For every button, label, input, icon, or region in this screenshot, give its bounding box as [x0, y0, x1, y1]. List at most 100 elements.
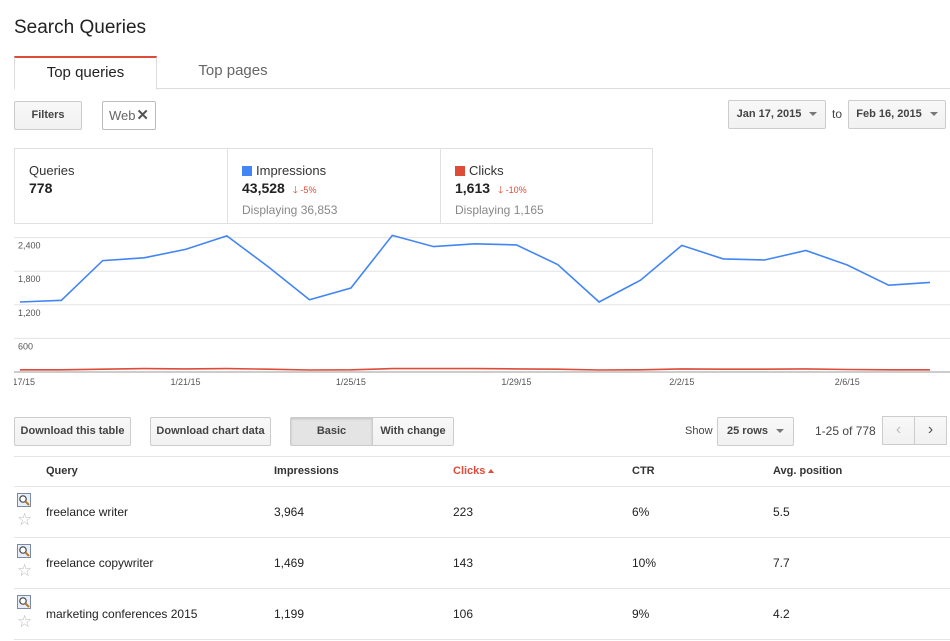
data-point-clicks[interactable] [845, 367, 849, 371]
impressions-label: Impressions [256, 163, 327, 178]
data-point-impressions[interactable] [432, 245, 436, 249]
data-point-clicks[interactable] [638, 368, 642, 372]
download-table-button[interactable]: Download this table [14, 417, 131, 446]
table-row: ☆ freelance copywriter 1,469 143 10% 7.7 [14, 538, 950, 589]
star-icon[interactable]: ☆ [17, 562, 32, 579]
clicks-metric[interactable]: Clicks 1,613 🡓 -10% Displaying 1,165 [441, 149, 653, 223]
data-point-clicks[interactable] [390, 367, 394, 371]
data-point-impressions[interactable] [59, 298, 63, 302]
data-point-clicks[interactable] [266, 367, 270, 371]
star-icon[interactable]: ☆ [17, 511, 32, 528]
rows-per-page-select[interactable]: 25 rows [717, 417, 794, 446]
data-point-impressions[interactable] [887, 283, 891, 287]
data-point-clicks[interactable] [225, 367, 229, 371]
x-tick-label: 2/6/15 [835, 377, 860, 387]
column-header-ctr[interactable]: CTR [632, 465, 655, 477]
query-cell: marketing conferences 2015 [46, 607, 198, 621]
clicks-color-swatch[interactable] [455, 165, 465, 176]
data-point-impressions[interactable] [349, 286, 353, 290]
y-tick-label: 1,800 [18, 274, 41, 284]
with-change-view-button[interactable]: With change [373, 418, 453, 445]
column-header-query[interactable]: Query [46, 465, 78, 477]
clicks-value: 1,613 [455, 180, 491, 196]
clicks-cell: 223 [453, 505, 474, 519]
data-point-clicks[interactable] [680, 367, 684, 371]
tab-top-queries[interactable]: Top queries [14, 56, 157, 90]
table-row: ☆ marketing conferences 2015 1,199 106 9… [14, 589, 950, 640]
data-point-impressions[interactable] [556, 262, 560, 266]
data-point-clicks[interactable] [101, 367, 105, 371]
data-point-impressions[interactable] [473, 242, 477, 246]
magnifier-page-icon[interactable] [17, 544, 31, 558]
date-from-dropdown[interactable]: Jan 17, 2015 [728, 100, 826, 129]
date-to-label: Feb 16, 2015 [856, 108, 922, 120]
next-page-button[interactable]: › [914, 416, 947, 445]
chevron-down-icon [775, 429, 784, 434]
column-header-impressions[interactable]: Impressions [274, 465, 339, 477]
data-point-impressions[interactable] [680, 243, 684, 247]
magnifier-page-icon[interactable] [17, 595, 31, 609]
query-cell: freelance copywriter [46, 556, 154, 570]
date-to-dropdown[interactable]: Feb 16, 2015 [848, 100, 946, 129]
data-point-clicks[interactable] [308, 368, 312, 372]
data-point-clicks[interactable] [183, 367, 187, 371]
clicks-cell: 106 [453, 607, 474, 621]
basic-view-button[interactable]: Basic [291, 418, 373, 445]
web-filter-chip: Web ✕ [102, 101, 156, 130]
remove-filter-icon[interactable]: ✕ [136, 102, 149, 129]
data-point-clicks[interactable] [59, 368, 63, 372]
data-point-clicks[interactable] [804, 367, 808, 371]
data-point-impressions[interactable] [142, 256, 146, 260]
data-point-clicks[interactable] [432, 367, 436, 371]
data-point-impressions[interactable] [763, 258, 767, 262]
data-point-clicks[interactable] [763, 367, 767, 371]
data-point-impressions[interactable] [804, 248, 808, 252]
data-point-impressions[interactable] [390, 233, 394, 237]
data-point-impressions[interactable] [101, 259, 105, 263]
data-point-impressions[interactable] [183, 247, 187, 251]
data-point-impressions[interactable] [308, 298, 312, 302]
ctr-cell: 6% [632, 505, 650, 519]
avg-position-cell: 7.7 [773, 556, 790, 570]
data-point-clicks[interactable] [18, 368, 22, 372]
metrics-panel: Queries 778 Impressions 43,528 🡓 -5% Dis… [14, 148, 653, 224]
data-point-clicks[interactable] [514, 367, 518, 371]
impressions-metric[interactable]: Impressions 43,528 🡓 -5% Displaying 36,8… [228, 149, 441, 223]
data-point-impressions[interactable] [845, 263, 849, 267]
queries-label: Queries [29, 163, 75, 178]
data-point-clicks[interactable] [473, 367, 477, 371]
column-header-clicks[interactable]: Clicks [453, 465, 495, 477]
data-point-impressions[interactable] [721, 257, 725, 261]
column-header-avg-position[interactable]: Avg. position [773, 465, 842, 477]
data-point-clicks[interactable] [142, 367, 146, 371]
data-point-impressions[interactable] [18, 300, 22, 304]
ctr-cell: 9% [632, 607, 650, 621]
data-point-clicks[interactable] [928, 368, 932, 372]
data-point-clicks[interactable] [556, 367, 560, 371]
data-point-impressions[interactable] [514, 243, 518, 247]
data-point-impressions[interactable] [597, 300, 601, 304]
tab-bar: Top queries Top pages [14, 56, 950, 90]
down-arrow-icon: 🡓 [497, 185, 504, 196]
data-point-clicks[interactable] [349, 368, 353, 372]
data-point-clicks[interactable] [597, 368, 601, 372]
download-chart-data-button[interactable]: Download chart data [150, 417, 271, 446]
data-point-clicks[interactable] [887, 368, 891, 372]
tab-top-pages[interactable]: Top pages [174, 56, 292, 89]
page-title: Search Queries [14, 17, 147, 38]
data-point-impressions[interactable] [225, 234, 229, 238]
column-header-clicks-label: Clicks [453, 465, 486, 477]
previous-page-button[interactable]: ‹ [882, 416, 915, 445]
data-point-impressions[interactable] [928, 280, 932, 284]
data-point-impressions[interactable] [638, 278, 642, 282]
impressions-cell: 1,469 [274, 556, 305, 570]
table-header: Query Impressions Clicks CTR Avg. positi… [14, 456, 950, 487]
data-point-clicks[interactable] [721, 367, 725, 371]
impressions-color-swatch[interactable] [242, 165, 252, 176]
magnifier-page-icon[interactable] [17, 493, 31, 507]
filters-button[interactable]: Filters [14, 101, 82, 130]
rows-per-page-value: 25 rows [727, 425, 768, 437]
data-point-impressions[interactable] [266, 265, 270, 269]
star-icon[interactable]: ☆ [17, 613, 32, 630]
chevron-down-icon [929, 112, 938, 117]
